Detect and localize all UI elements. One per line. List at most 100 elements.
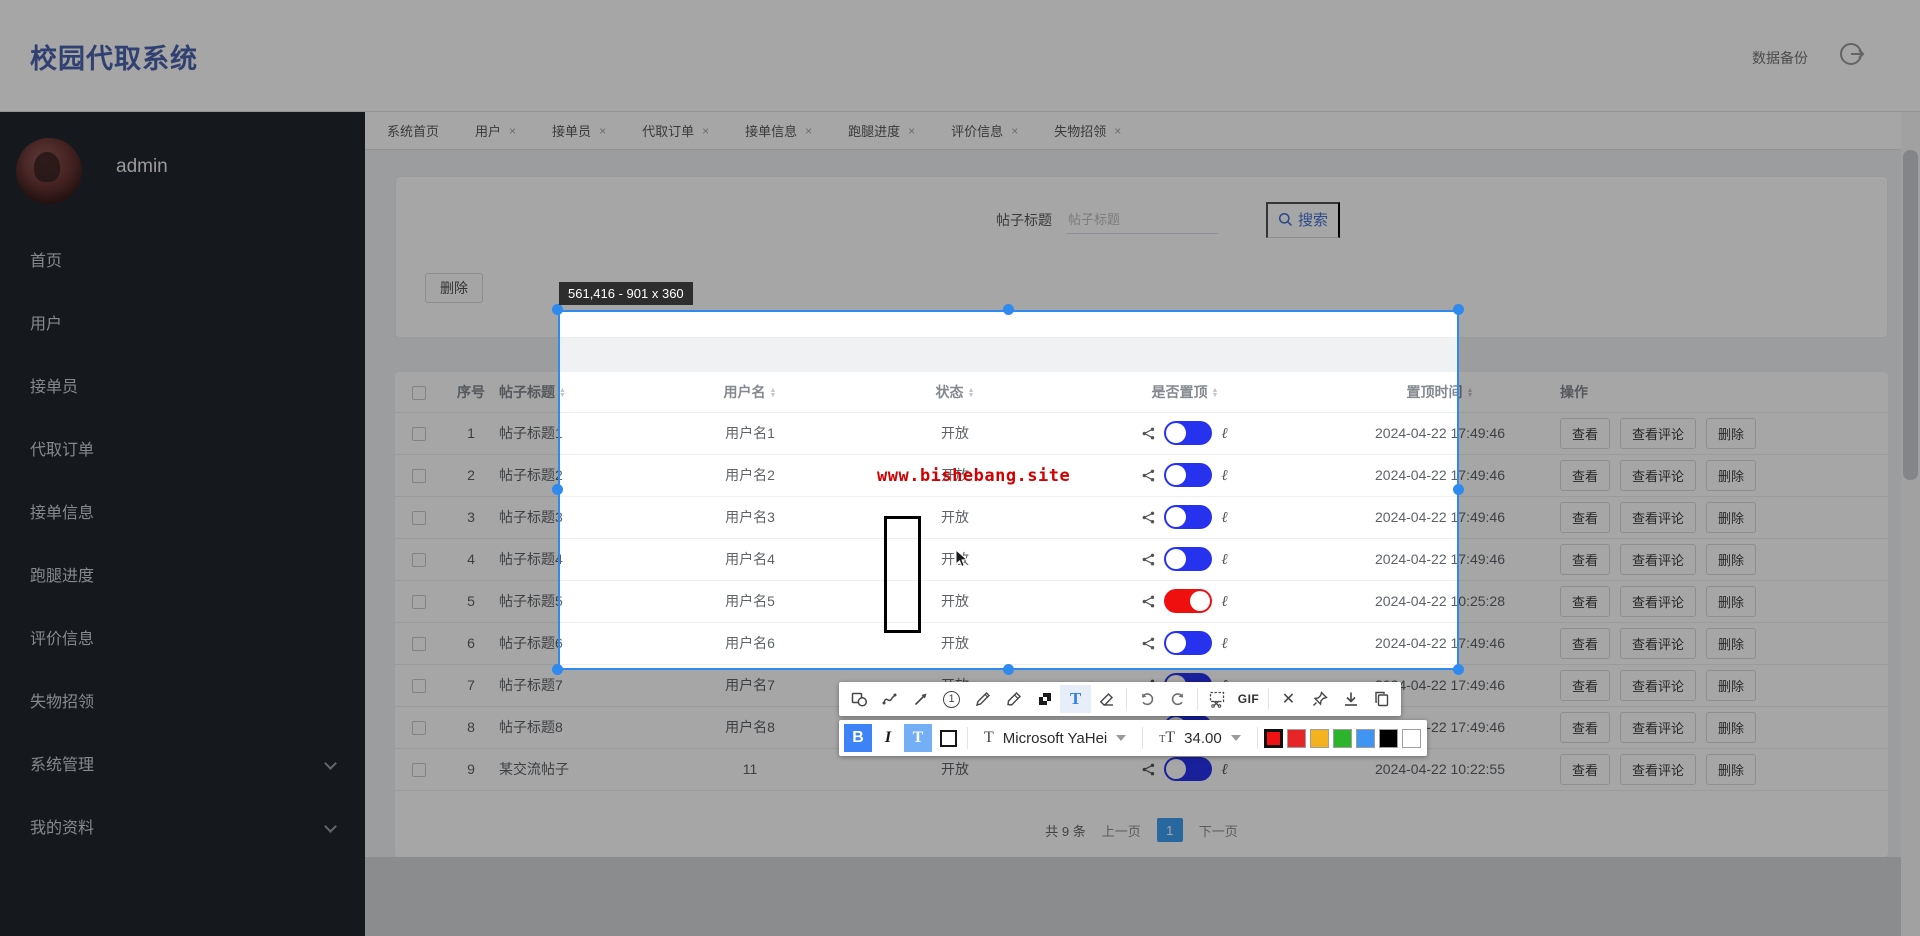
tab-order-takers[interactable]: 接单员× [552,121,606,140]
current-page[interactable]: 1 [1157,818,1183,842]
mosaic-tool-icon[interactable] [1029,685,1060,713]
prev-page-button[interactable]: 上一页 [1102,821,1141,840]
capture-selection[interactable] [558,310,1459,670]
selection-handle[interactable] [1453,304,1464,315]
close-icon[interactable]: × [1011,124,1018,138]
close-icon[interactable]: × [908,124,915,138]
data-backup-button[interactable]: 数据备份 [1752,48,1808,68]
row-checkbox[interactable] [412,595,426,609]
delete-button[interactable]: 删除 [1706,418,1756,449]
row-checkbox[interactable] [412,511,426,525]
view-comments-button[interactable]: 查看评论 [1620,754,1696,785]
sidebar-item-order-info[interactable]: 接单信息 [0,482,365,545]
color-swatch-red-selected[interactable] [1264,729,1283,748]
tab-order-info[interactable]: 接单信息× [745,121,812,140]
row-checkbox[interactable] [412,427,426,441]
view-comments-button[interactable]: 查看评论 [1620,586,1696,617]
scrollbar-thumb[interactable] [1903,150,1918,480]
sidebar-item-my-profile[interactable]: 我的资料 [0,797,365,860]
delete-button[interactable]: 删除 [1706,712,1756,743]
close-icon[interactable]: × [509,124,516,138]
edit-icon[interactable]: ℓ [1221,760,1227,779]
view-comments-button[interactable]: 查看评论 [1620,628,1696,659]
next-page-button[interactable]: 下一页 [1199,821,1238,840]
tab-errand-progress[interactable]: 跑腿进度× [848,121,915,140]
close-icon[interactable]: × [599,124,606,138]
select-all-checkbox[interactable] [412,386,426,400]
color-swatch-red[interactable] [1287,729,1306,748]
sidebar-item-pickup-orders[interactable]: 代取订单 [0,419,365,482]
sidebar-item-review-info[interactable]: 评价信息 [0,608,365,671]
row-checkbox[interactable] [412,679,426,693]
download-icon[interactable] [1335,685,1366,713]
view-button[interactable]: 查看 [1560,418,1610,449]
pin-icon[interactable] [1304,685,1335,713]
color-swatch-black[interactable] [1379,729,1398,748]
view-comments-button[interactable]: 查看评论 [1620,502,1696,533]
selection-handle[interactable] [1453,664,1464,675]
logout-power-icon[interactable] [1836,38,1868,70]
sidebar-item-home[interactable]: 首页 [0,230,365,293]
delete-button[interactable]: 删除 [1706,502,1756,533]
sidebar-item-users[interactable]: 用户 [0,293,365,356]
view-button[interactable]: 查看 [1560,502,1610,533]
search-input[interactable] [1066,206,1218,234]
redo-icon[interactable] [1162,685,1193,713]
marker-tool-icon[interactable] [998,685,1029,713]
scissors-capture-icon[interactable] [1202,685,1233,713]
row-checkbox[interactable] [412,721,426,735]
tab-system-home[interactable]: 系统首页 [387,121,439,140]
view-comments-button[interactable]: 查看评论 [1620,544,1696,575]
undo-icon[interactable] [1131,685,1162,713]
batch-delete-button[interactable]: 删除 [425,273,483,303]
delete-button[interactable]: 删除 [1706,754,1756,785]
shape-tool-icon[interactable] [843,685,874,713]
selection-handle[interactable] [1003,304,1014,315]
view-comments-button[interactable]: 查看评论 [1620,670,1696,701]
text-style-button[interactable]: T [904,724,932,752]
row-checkbox[interactable] [412,637,426,651]
arrow-tool-icon[interactable] [905,685,936,713]
tab-lost-and-found[interactable]: 失物招领× [1054,121,1121,140]
selection-handle[interactable] [552,304,563,315]
close-icon[interactable]: × [805,124,812,138]
tab-pickup-orders[interactable]: 代取订单× [642,121,709,140]
sidebar-item-lost-and-found[interactable]: 失物招领 [0,671,365,734]
italic-button[interactable]: I [874,724,902,752]
text-background-button[interactable] [934,724,962,752]
row-checkbox[interactable] [412,763,426,777]
tab-review-info[interactable]: 评价信息× [951,121,1018,140]
sidebar-item-system-management[interactable]: 系统管理 [0,734,365,797]
selection-handle[interactable] [552,664,563,675]
color-swatch-orange[interactable] [1310,729,1329,748]
delete-button[interactable]: 删除 [1706,670,1756,701]
font-size-select[interactable]: TT 34.00 [1147,729,1252,747]
row-checkbox[interactable] [412,469,426,483]
delete-button[interactable]: 删除 [1706,460,1756,491]
sort-icon[interactable]: ▲▼ [1467,388,1474,398]
step-number-tool-icon[interactable]: 1 [936,685,967,713]
close-capture-icon[interactable]: ✕ [1273,685,1304,713]
gif-icon[interactable]: GIF [1233,685,1264,713]
color-swatch-blue[interactable] [1356,729,1375,748]
color-swatch-green[interactable] [1333,729,1352,748]
view-comments-button[interactable]: 查看评论 [1620,460,1696,491]
selection-handle[interactable] [1003,664,1014,675]
color-swatch-white[interactable] [1402,729,1421,748]
close-icon[interactable]: × [702,124,709,138]
selection-handle[interactable] [1453,484,1464,495]
view-button[interactable]: 查看 [1560,670,1610,701]
sidebar-item-errand-progress[interactable]: 跑腿进度 [0,545,365,608]
delete-button[interactable]: 删除 [1706,586,1756,617]
view-comments-button[interactable]: 查看评论 [1620,712,1696,743]
view-button[interactable]: 查看 [1560,586,1610,617]
view-button[interactable]: 查看 [1560,460,1610,491]
search-button[interactable]: 搜索 [1266,202,1340,238]
row-checkbox[interactable] [412,553,426,567]
view-comments-button[interactable]: 查看评论 [1620,418,1696,449]
pin-toggle[interactable] [1164,757,1212,781]
copy-icon[interactable] [1366,685,1397,713]
pencil-tool-icon[interactable] [967,685,998,713]
delete-button[interactable]: 删除 [1706,628,1756,659]
view-button[interactable]: 查看 [1560,754,1610,785]
